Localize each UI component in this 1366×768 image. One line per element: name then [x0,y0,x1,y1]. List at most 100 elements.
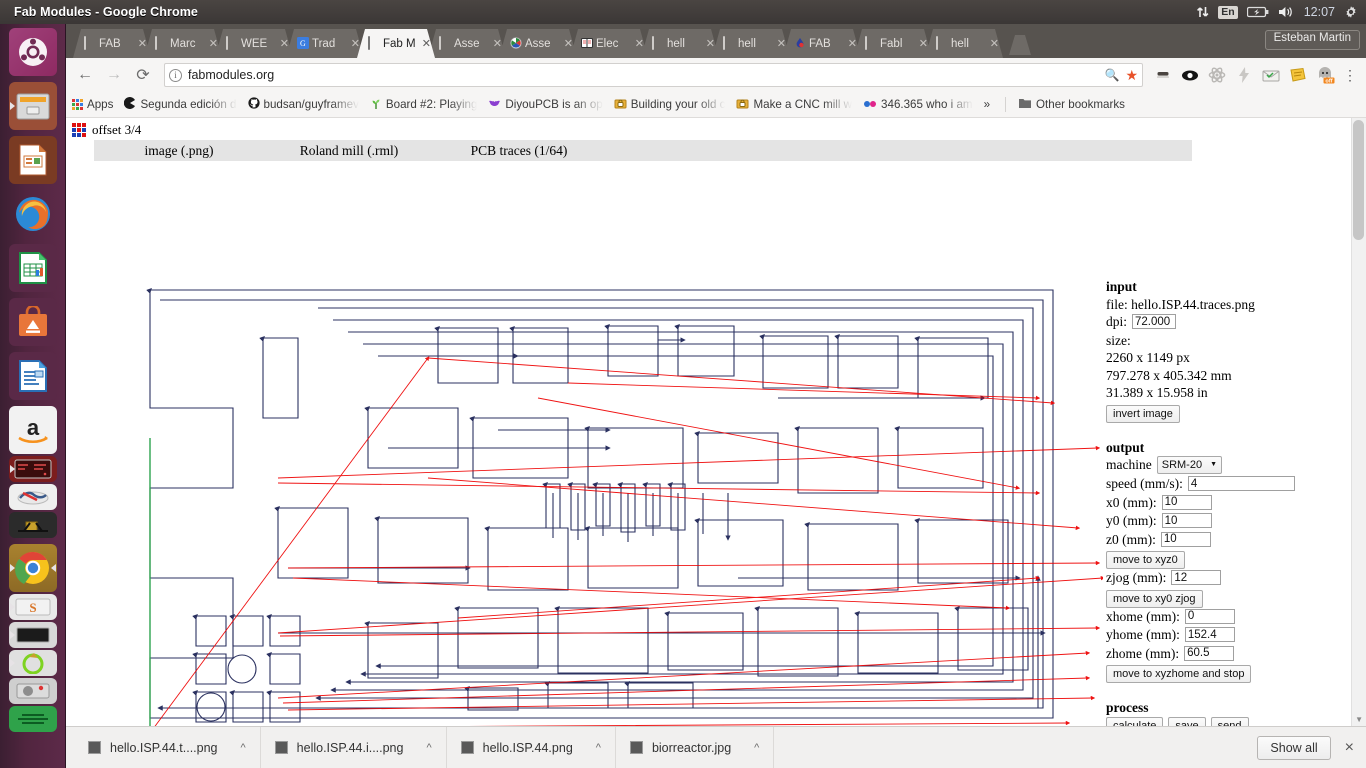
launcher-item-kicad[interactable] [9,512,57,538]
launcher-item-inkscape[interactable] [9,650,57,676]
unity-launcher[interactable]: a S [0,24,66,768]
zjog-input[interactable] [1171,570,1221,585]
close-icon[interactable]: ✕ [990,37,999,50]
download-menu-caret-icon[interactable]: ^ [754,742,759,754]
close-icon[interactable]: ✕ [280,37,289,50]
sticky-note-icon[interactable] [1288,65,1308,85]
browser-tab[interactable]: Marс ✕ [143,29,222,58]
move-to-xy0-zjog-button[interactable]: move to xy0 zjog [1106,590,1203,608]
dpi-input[interactable] [1132,314,1176,329]
bookmark-item[interactable]: Segunda edición d [124,97,236,112]
close-shelf-icon[interactable]: × [1345,739,1354,757]
move-to-xyzhome-and-stop-button[interactable]: move to xyzhome and stop [1106,665,1251,683]
browser-tab-active[interactable]: Fab M ✕ [356,29,435,58]
launcher-item-ubuntu-dash[interactable] [9,28,57,76]
close-icon[interactable]: ✕ [706,37,715,50]
react-devtools-icon[interactable] [1207,65,1227,85]
scrollbar-thumb[interactable] [1353,120,1364,240]
tab-pcb-traces[interactable]: PCB traces (1/64) [434,143,604,159]
show-all-downloads-button[interactable]: Show all [1257,736,1330,760]
volume-icon[interactable] [1278,5,1295,19]
toolpath-canvas[interactable] [138,278,1103,726]
bookmark-item[interactable]: budsan/guyframev [248,97,359,112]
download-menu-caret-icon[interactable]: ^ [241,742,246,754]
invert-image-button[interactable]: invert image [1106,405,1180,423]
browser-tab[interactable]: Fabl ✕ [853,29,932,58]
browser-tab[interactable]: hell ✕ [711,29,790,58]
tab-image-png[interactable]: image (.png) [94,143,264,159]
page-info-icon[interactable]: i [169,69,182,82]
forward-arrow-icon[interactable]: → [103,64,125,86]
three-dot-menu-icon[interactable]: ⋮ [1342,73,1358,78]
launcher-item-amazon[interactable]: a [9,406,57,454]
launcher-item-terminal[interactable] [9,456,57,482]
launcher-item-libreoffice-writer[interactable] [9,352,57,400]
url-text[interactable]: fabmodules.org [188,68,1098,82]
address-bar[interactable]: i fabmodules.org 🔍 ★ [164,63,1143,87]
launcher-item-system-settings[interactable] [9,484,57,510]
launcher-item-libreoffice-impress[interactable] [9,136,57,184]
close-icon[interactable]: ✕ [635,37,644,50]
download-item[interactable]: biorreactor.jpg ^ [616,727,774,768]
download-item[interactable]: hello.ISP.44.i....png ^ [261,727,447,768]
close-icon[interactable]: ✕ [564,37,573,50]
y0-input[interactable] [1162,513,1212,528]
move-to-xyz0-button[interactable]: move to xyz0 [1106,551,1185,569]
speed-input[interactable] [1188,476,1295,491]
bookmark-star-icon[interactable]: ★ [1125,67,1138,84]
bookmark-item[interactable]: Board #2: Playing [370,97,478,113]
apps-shortcut[interactable]: Apps [72,98,113,111]
close-icon[interactable]: ✕ [848,37,857,50]
download-item[interactable]: hello.ISP.44.png ^ [447,727,616,768]
sync-arrows-icon[interactable] [1196,5,1209,19]
browser-tab[interactable]: WEE ✕ [214,29,293,58]
send-button[interactable]: send [1211,717,1249,727]
x0-input[interactable] [1162,495,1212,510]
bookmark-item[interactable]: Building your old c [614,97,726,112]
xhome-input[interactable] [1185,609,1235,624]
launcher-item-ubuntu-software[interactable] [9,298,57,346]
browser-tab[interactable]: Elec ✕ [569,29,648,58]
other-bookmarks-button[interactable]: Other bookmarks [1005,97,1125,112]
close-icon[interactable]: ✕ [777,37,786,50]
lightning-icon[interactable] [1234,65,1254,85]
launcher-item-extra[interactable] [9,706,57,732]
close-icon[interactable]: ✕ [351,37,360,50]
browser-tab[interactable]: Asse ✕ [427,29,506,58]
close-icon[interactable]: ✕ [422,37,431,50]
reload-icon[interactable]: ⟳ [132,64,154,86]
launcher-item-libreoffice-calc[interactable] [9,244,57,292]
bookmark-item[interactable]: DiyouPCB is an op [488,97,602,112]
browser-tab[interactable]: FAB ✕ [72,29,151,58]
new-tab-button[interactable] [1009,35,1031,55]
close-icon[interactable]: ✕ [209,37,218,50]
browser-tab[interactable]: G Trad ✕ [285,29,364,58]
browser-tab[interactable]: Asse ✕ [498,29,577,58]
eye-icon[interactable] [1180,65,1200,85]
close-icon[interactable]: ✕ [493,37,502,50]
ghostery-off-icon[interactable]: off [1315,65,1335,85]
close-icon[interactable]: ✕ [138,37,147,50]
calculate-button[interactable]: calculate [1106,717,1163,727]
zoom-out-magnifier-icon[interactable]: 🔍 [1104,68,1119,82]
launcher-item-sublime-text[interactable]: S [9,594,57,620]
z0-input[interactable] [1161,532,1211,547]
gear-icon[interactable] [1344,5,1358,19]
launcher-item-disk-utility[interactable] [9,678,57,704]
keyboard-layout-indicator[interactable]: En [1218,6,1237,19]
profile-name-button[interactable]: Esteban Martin [1265,30,1360,50]
browser-tab[interactable]: FAB ✕ [782,29,861,58]
yhome-input[interactable] [1185,627,1235,642]
back-arrow-icon[interactable]: ← [74,64,96,86]
launcher-item-firefox[interactable] [9,190,57,238]
download-menu-caret-icon[interactable]: ^ [596,742,601,754]
battery-icon[interactable] [1247,6,1269,18]
page-scrollbar[interactable]: ▲ ▼ [1351,118,1366,726]
bookmarks-overflow-button[interactable]: » [984,98,990,111]
mail-icon[interactable] [1261,65,1281,85]
incognito-mask-icon[interactable] [1153,65,1173,85]
download-menu-caret-icon[interactable]: ^ [426,742,431,754]
scroll-down-icon[interactable]: ▼ [1355,715,1363,724]
close-icon[interactable]: ✕ [919,37,928,50]
machine-select[interactable]: SRM-20 ▼ [1157,456,1222,474]
